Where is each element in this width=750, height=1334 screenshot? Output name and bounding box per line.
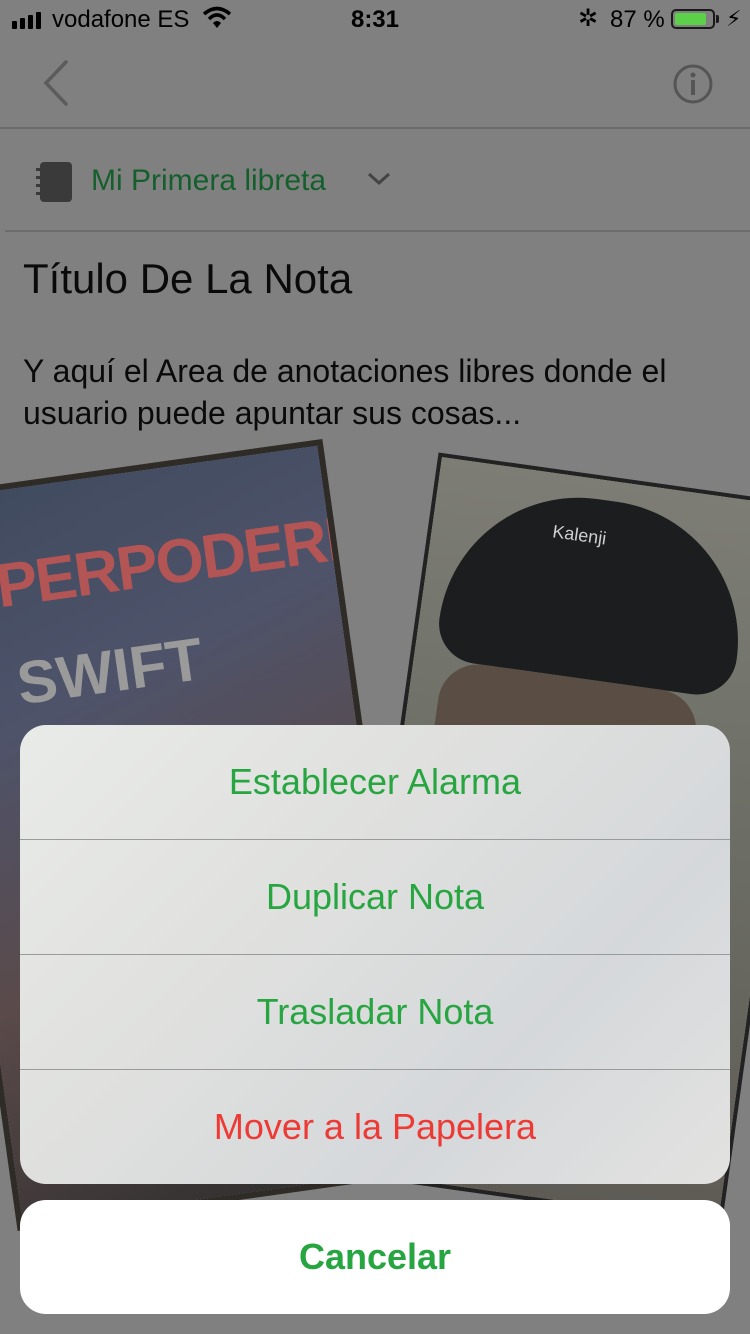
notebook-icon (36, 162, 72, 202)
back-chevron-icon[interactable] (38, 58, 74, 108)
battery-icon (671, 9, 715, 29)
navigation-bar (0, 40, 750, 128)
notebook-selector[interactable]: Mi Primera libreta (0, 130, 750, 230)
action-duplicate-note[interactable]: Duplicar Nota (20, 840, 730, 954)
divider (0, 127, 750, 129)
bluetooth-icon: ✲ (578, 5, 599, 32)
action-sheet: Establecer Alarma Duplicar Nota Traslada… (20, 725, 730, 1184)
notebook-name: Mi Primera libreta (91, 164, 327, 197)
battery-percent: 87 % (610, 6, 665, 33)
info-icon[interactable] (672, 63, 714, 105)
battery-tip (716, 15, 719, 23)
divider (5, 230, 750, 232)
photo-text: UPERPODERES (0, 495, 409, 628)
chevron-down-icon (367, 172, 391, 186)
cancel-button[interactable]: Cancelar (20, 1200, 730, 1314)
action-move-note[interactable]: Trasladar Nota (20, 955, 730, 1069)
action-move-to-trash[interactable]: Mover a la Papelera (20, 1070, 730, 1184)
status-bar: vodafone ES 8:31 ✲ 87 % ⚡ (0, 0, 750, 40)
note-title[interactable]: Título De La Nota (23, 255, 352, 303)
photo-text: SWIFT (12, 625, 208, 718)
action-set-alarm[interactable]: Establecer Alarma (20, 725, 730, 839)
charging-icon: ⚡ (726, 6, 742, 31)
note-body[interactable]: Y aquí el Area de anotaciones libres don… (23, 350, 723, 434)
